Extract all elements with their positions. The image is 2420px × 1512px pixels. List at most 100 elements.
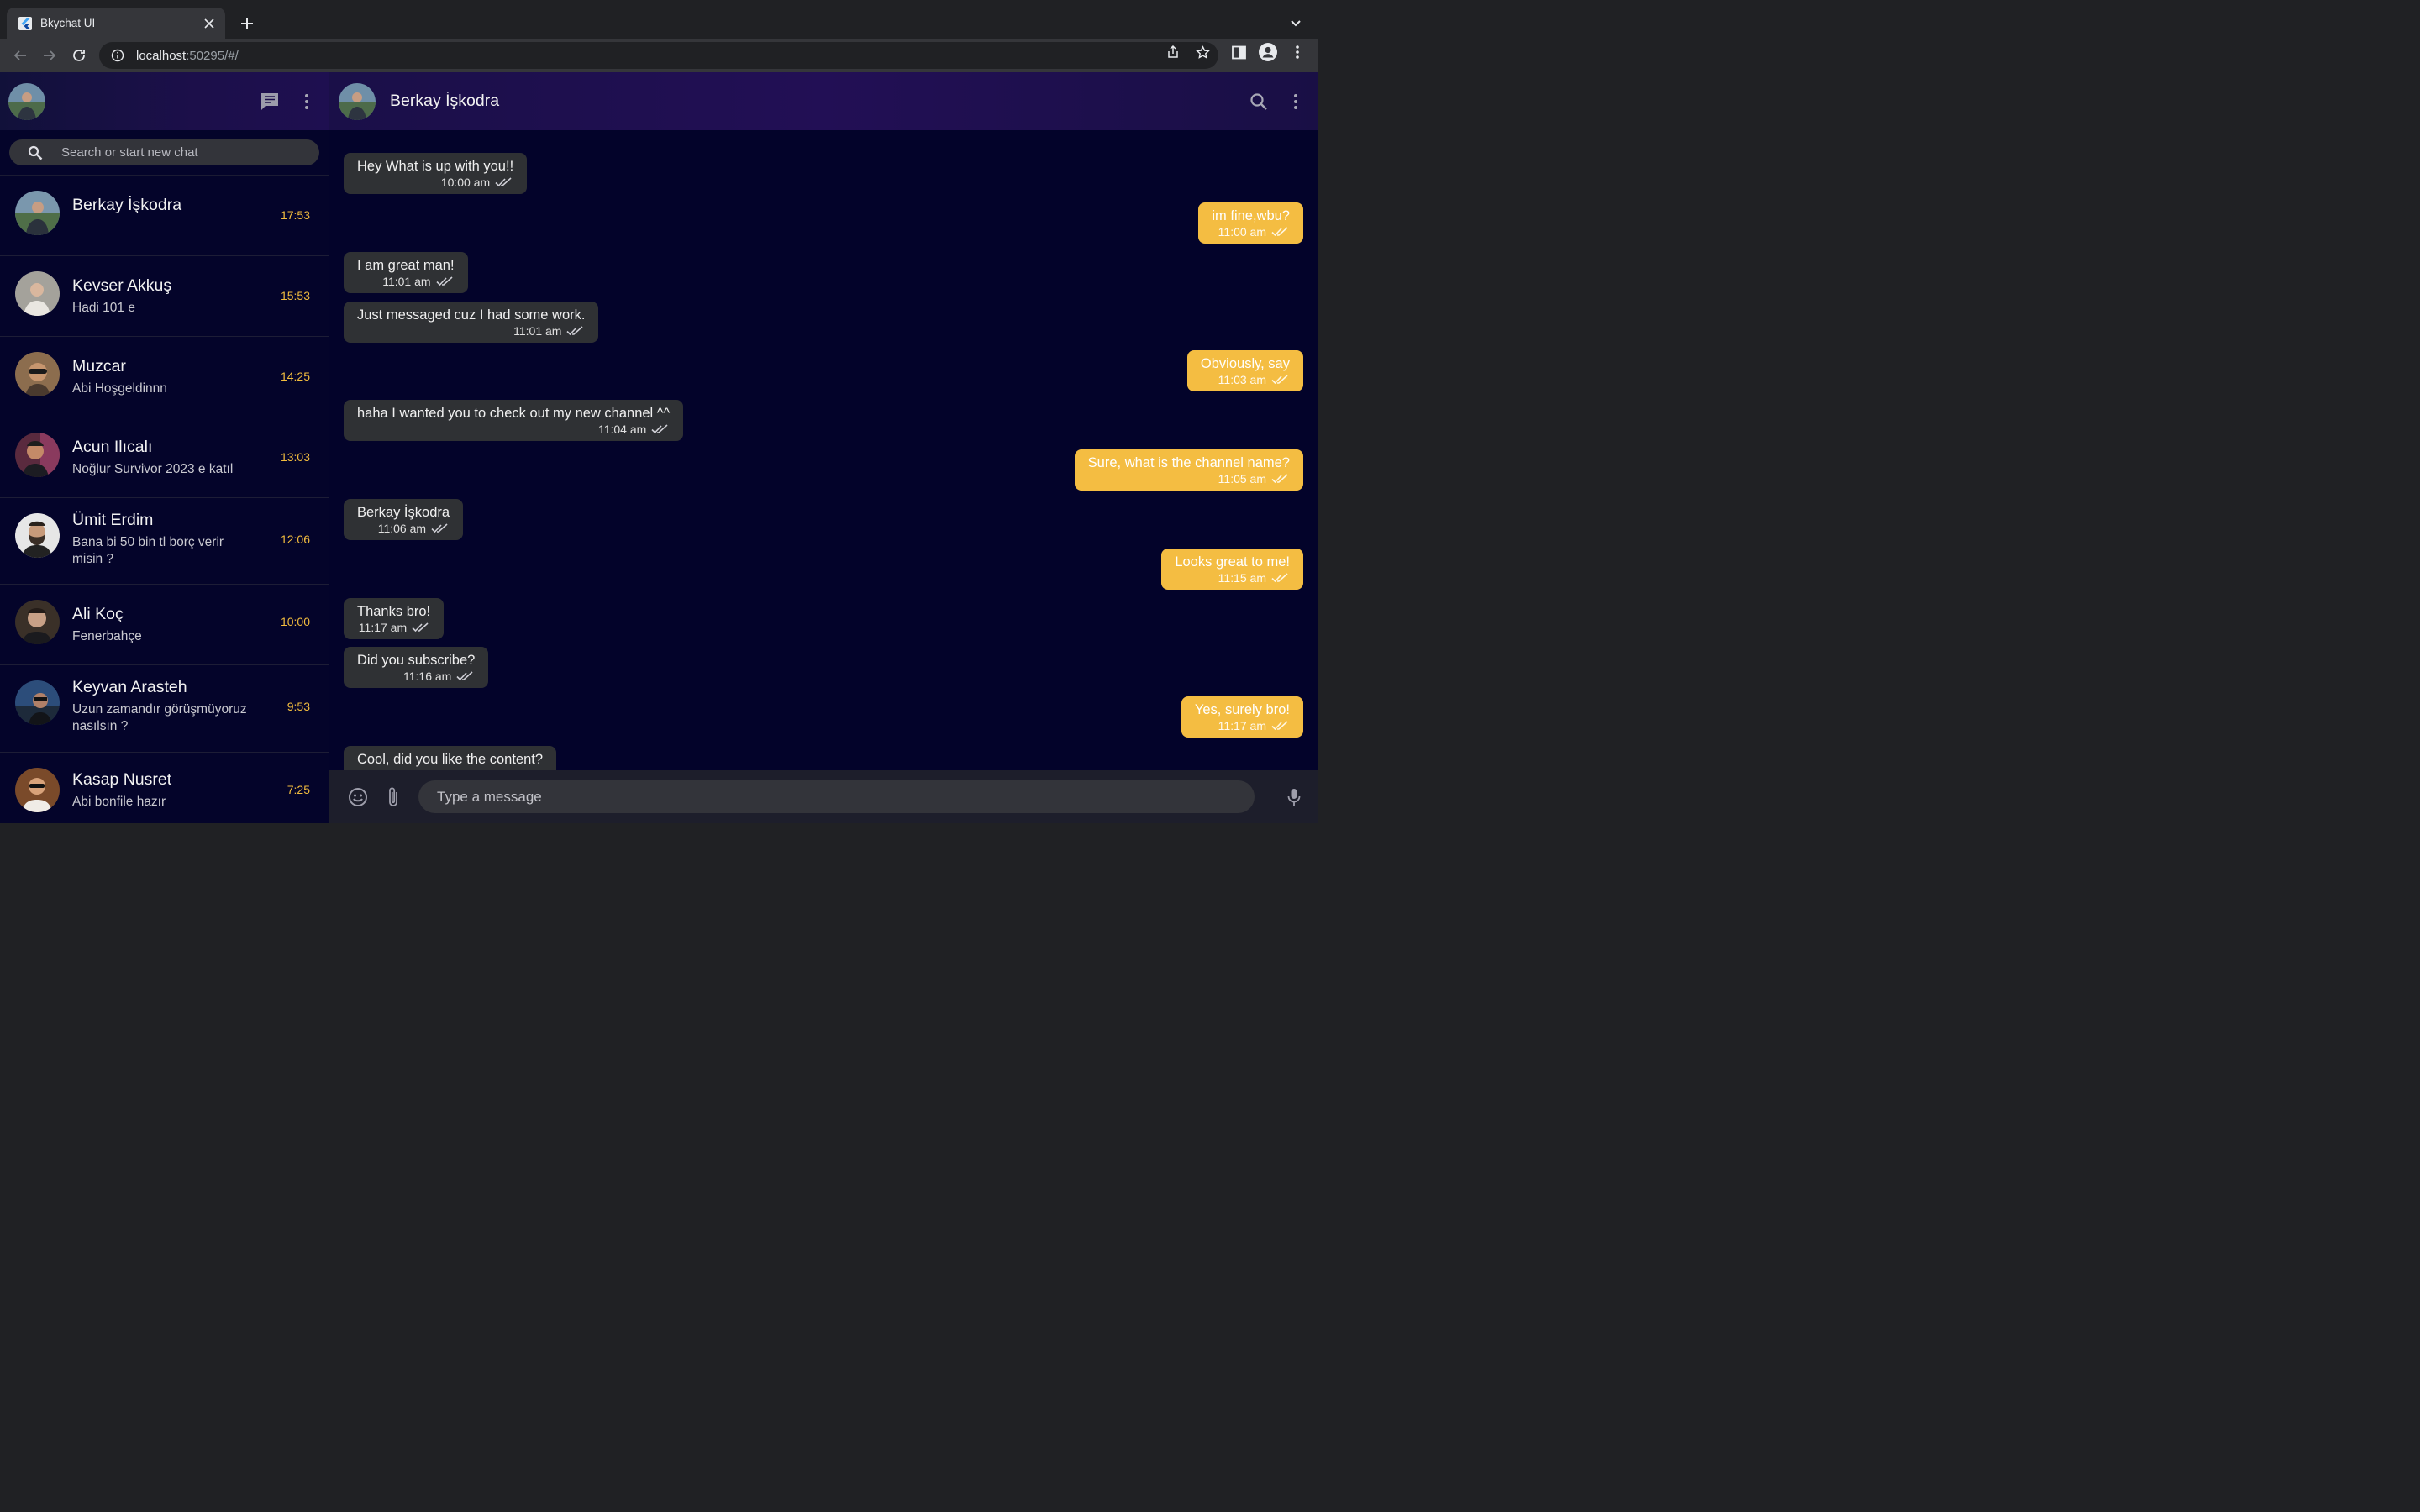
chat-last-message: Uzun zamandır görüşmüyoruz nasılsın ? [72,702,247,733]
message-time: 11:06 am [377,522,427,535]
search-messages-icon[interactable] [1247,90,1270,113]
browser-menu-icon[interactable] [1287,42,1307,62]
double-check-icon [1271,573,1290,583]
message-composer [329,770,1318,823]
incoming-message[interactable]: Hey What is up with you!! 10:00 am [344,153,528,194]
chat-time: 15:53 [280,289,310,302]
chat-list-item[interactable]: Kevser Akkuş Hadi 101 e 15:53 [0,256,329,337]
chat-contact-name: Acun Ilıcalı [72,438,153,456]
message-text: Sure, what is the channel name? [1087,455,1290,470]
address-bar[interactable]: localhost:50295/#/ [99,42,1218,69]
chat-last-message: Abi Hoşgeldinnn [72,381,167,396]
chat-list-item[interactable]: Ümit Erdim Bana bi 50 bin tl borç verir … [0,498,329,585]
reload-icon[interactable] [69,45,89,66]
url-host: localhost [136,48,187,63]
attach-paperclip-icon[interactable] [381,785,405,809]
chat-contact-name: Keyvan Arasteh [72,678,187,696]
side-panel-icon[interactable] [1228,42,1249,62]
double-check-icon [566,326,585,336]
forward-arrow-icon[interactable] [39,45,60,66]
new-chat-icon[interactable] [258,90,281,113]
conversation-panel: Berkay İşkodra Hey What is up with you!!… [329,72,1318,823]
my-avatar[interactable] [8,82,45,120]
bookmark-star-icon[interactable] [1192,42,1213,62]
tab-search-chevron-icon[interactable] [1287,14,1304,31]
chat-list-item[interactable]: Muzcar Abi Hoşgeldinnn 14:25 [0,337,329,417]
emoji-icon[interactable] [346,785,370,809]
outgoing-message[interactable]: Yes, surely bro! 11:17 am [1181,696,1303,738]
chat-contact-name: Berkay İşkodra [72,196,182,214]
double-check-icon [1271,227,1290,237]
chat-time: 9:53 [287,700,310,713]
incoming-message[interactable]: Just messaged cuz I had some work. 11:01 … [344,302,599,343]
back-arrow-icon[interactable] [10,45,30,66]
chat-last-message: Noğlur Survivor 2023 e katıl [72,462,234,476]
tab-title: Bkychat UI [40,17,96,29]
contact-avatar [15,600,60,644]
contact-avatar [15,680,60,725]
incoming-message[interactable]: Thanks bro! 11:17 am [344,598,445,639]
search-input[interactable] [61,145,305,160]
outgoing-message[interactable]: Looks great to me! 11:15 am [1161,549,1303,590]
message-input[interactable] [418,780,1255,813]
message-list: Hey What is up with you!! 10:00 am im fine… [329,130,1318,770]
flutter-favicon-icon [18,16,32,30]
double-check-icon [456,671,475,681]
message-meta: 11:17 am [357,620,430,635]
incoming-message[interactable]: haha I wanted you to check out my new ch… [344,400,684,441]
chat-list-item[interactable]: Kasap Nusret Abi bonfile hazır 7:25 [0,753,329,823]
chat-list-item[interactable]: Keyvan Arasteh Uzun zamandır görüşmüyoru… [0,665,329,753]
double-check-icon [435,276,455,286]
message-text: Yes, surely bro! [1194,702,1290,717]
double-check-icon [651,424,670,434]
close-tab-icon[interactable] [202,16,217,31]
chat-list: Berkay İşkodra 17:53 Kevser Akkuş Hadi 1… [0,176,329,823]
chat-text: Ümit Erdim Bana bi 50 bin tl borç verir … [72,498,310,584]
chat-list-item[interactable]: Ali Koç Fenerbahçe 10:00 [0,585,329,665]
chat-time: 14:25 [280,370,310,383]
chat-list-item[interactable]: Berkay İşkodra 17:53 [0,176,329,256]
contact-name[interactable]: Berkay İşkodra [390,92,1247,111]
contact-avatar [15,513,60,558]
incoming-message[interactable]: I am great man! 11:01 am [344,252,468,293]
profile-icon[interactable] [1258,42,1278,62]
message-time: 11:05 am [1218,472,1266,486]
outgoing-message[interactable]: Obviously, say 11:03 am [1186,350,1303,391]
incoming-message[interactable]: Cool, did you like the content?11:18 am [344,746,557,770]
message-time: 11:01 am [513,324,562,338]
message-time: 11:00 am [1218,225,1266,239]
chat-list-item[interactable]: Acun Ilıcalı Noğlur Survivor 2023 e katı… [0,417,329,498]
outgoing-message[interactable]: im fine,wbu? 11:00 am [1198,202,1303,244]
chat-contact-name: Ümit Erdim [72,511,154,529]
message-text: Cool, did you like the content? [357,752,544,767]
message-meta: 11:15 am [1175,570,1290,585]
message-text: I am great man! [357,258,455,273]
message-meta: 10:00 am [357,175,513,190]
chat-time: 7:25 [287,783,310,796]
message-time: 11:04 am [597,423,647,436]
contact-header-avatar[interactable] [339,82,376,120]
message-text: Thanks bro! [357,604,431,619]
message-text: haha I wanted you to check out my new ch… [357,406,671,421]
incoming-message[interactable]: Berkay İşkodra 11:06 am [344,499,464,540]
chat-text: Muzcar Abi Hoşgeldinnn [72,337,310,417]
search-bar[interactable] [9,139,319,165]
sidebar-menu-icon[interactable] [295,90,318,113]
share-icon[interactable] [1163,42,1183,62]
conversation-menu-icon[interactable] [1284,90,1307,113]
site-info-icon[interactable] [111,49,124,62]
microphone-icon[interactable] [1282,785,1306,809]
double-check-icon [412,622,430,633]
new-tab-icon[interactable] [237,13,257,34]
browser-tab[interactable]: Bkychat UI [7,8,225,39]
contact-avatar [15,433,60,477]
chat-contact-name: Ali Koç [72,605,124,623]
chat-last-message: Fenerbahçe [72,629,142,643]
message-time: 11:17 am [358,621,408,634]
message-meta: 11:06 am [357,521,450,536]
message-text: Just messaged cuz I had some work. [357,307,586,323]
double-check-icon [1271,474,1290,484]
outgoing-message[interactable]: Sure, what is the channel name? 11:05 am [1074,449,1303,491]
url-path: :50295/#/ [186,48,239,63]
incoming-message[interactable]: Did you subscribe? 11:16 am [344,647,489,688]
